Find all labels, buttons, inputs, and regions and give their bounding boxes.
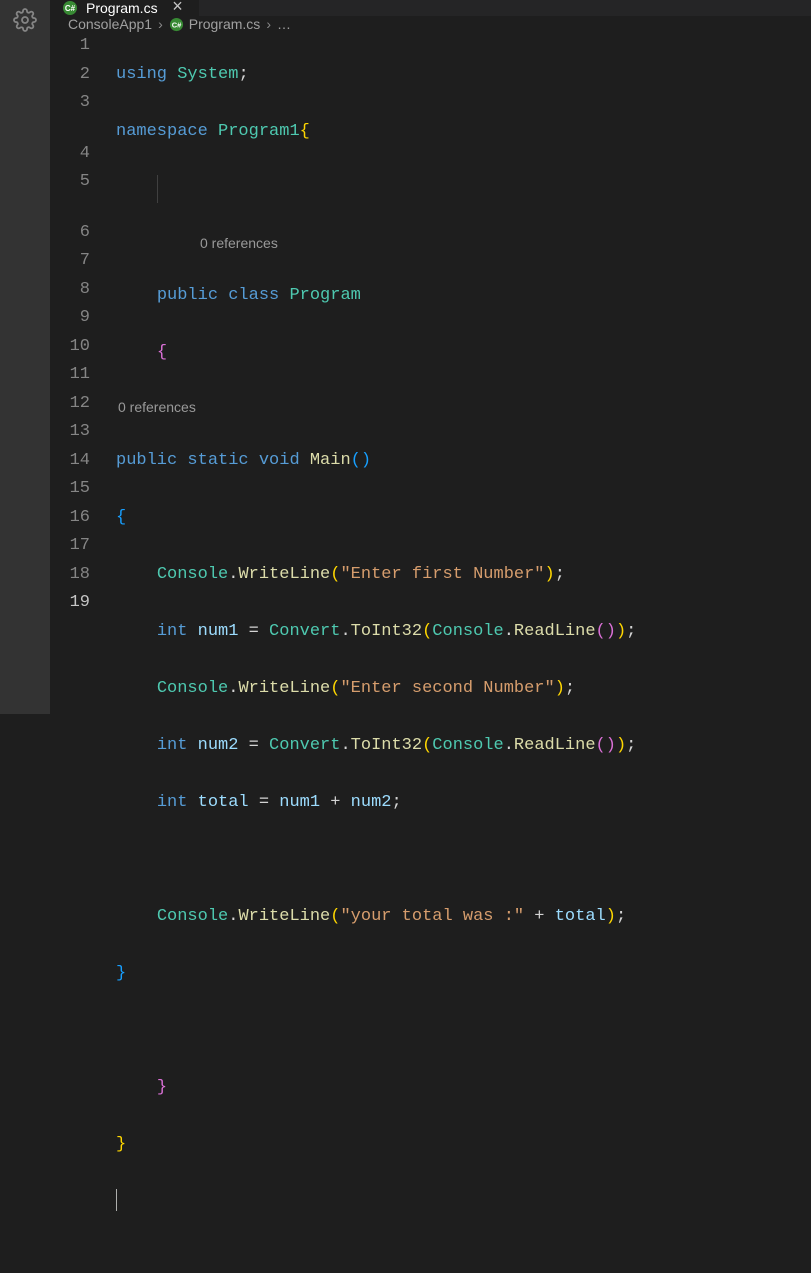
codelens-references[interactable]: 0 references [116, 232, 811, 254]
svg-text:C#: C# [65, 4, 76, 13]
csharp-file-icon: C# [62, 0, 78, 16]
csharp-file-icon: C# [169, 17, 184, 32]
text-cursor [116, 1189, 117, 1211]
close-icon[interactable]: × [170, 0, 186, 16]
chevron-right-icon: › [158, 16, 163, 32]
line-number-gutter: 1 2 3 4 5 6 7 8 9 10 11 12 13 14 15 16 1… [50, 32, 116, 1273]
breadcrumb-file[interactable]: C# Program.cs [169, 16, 261, 32]
codelens-references[interactable]: 0 references [116, 396, 811, 418]
activity-bar [0, 0, 50, 714]
tab-bar: C# Program.cs × [50, 0, 811, 16]
manage-gear-icon[interactable] [13, 8, 37, 32]
chevron-right-icon: › [266, 16, 271, 32]
tab-program-cs[interactable]: C# Program.cs × [50, 0, 200, 16]
breadcrumb-folder[interactable]: ConsoleApp1 [68, 16, 152, 32]
breadcrumb: ConsoleApp1 › C# Program.cs › … [50, 16, 811, 32]
breadcrumb-symbol[interactable]: … [277, 16, 291, 32]
tab-label: Program.cs [86, 0, 158, 16]
code-content[interactable]: using System; namespace Program1{ 0 refe… [116, 32, 811, 1273]
code-editor[interactable]: 1 2 3 4 5 6 7 8 9 10 11 12 13 14 15 16 1… [50, 32, 811, 1273]
editor-area: C# Program.cs × ConsoleApp1 › C# Program… [50, 0, 811, 714]
svg-text:C#: C# [171, 20, 181, 29]
